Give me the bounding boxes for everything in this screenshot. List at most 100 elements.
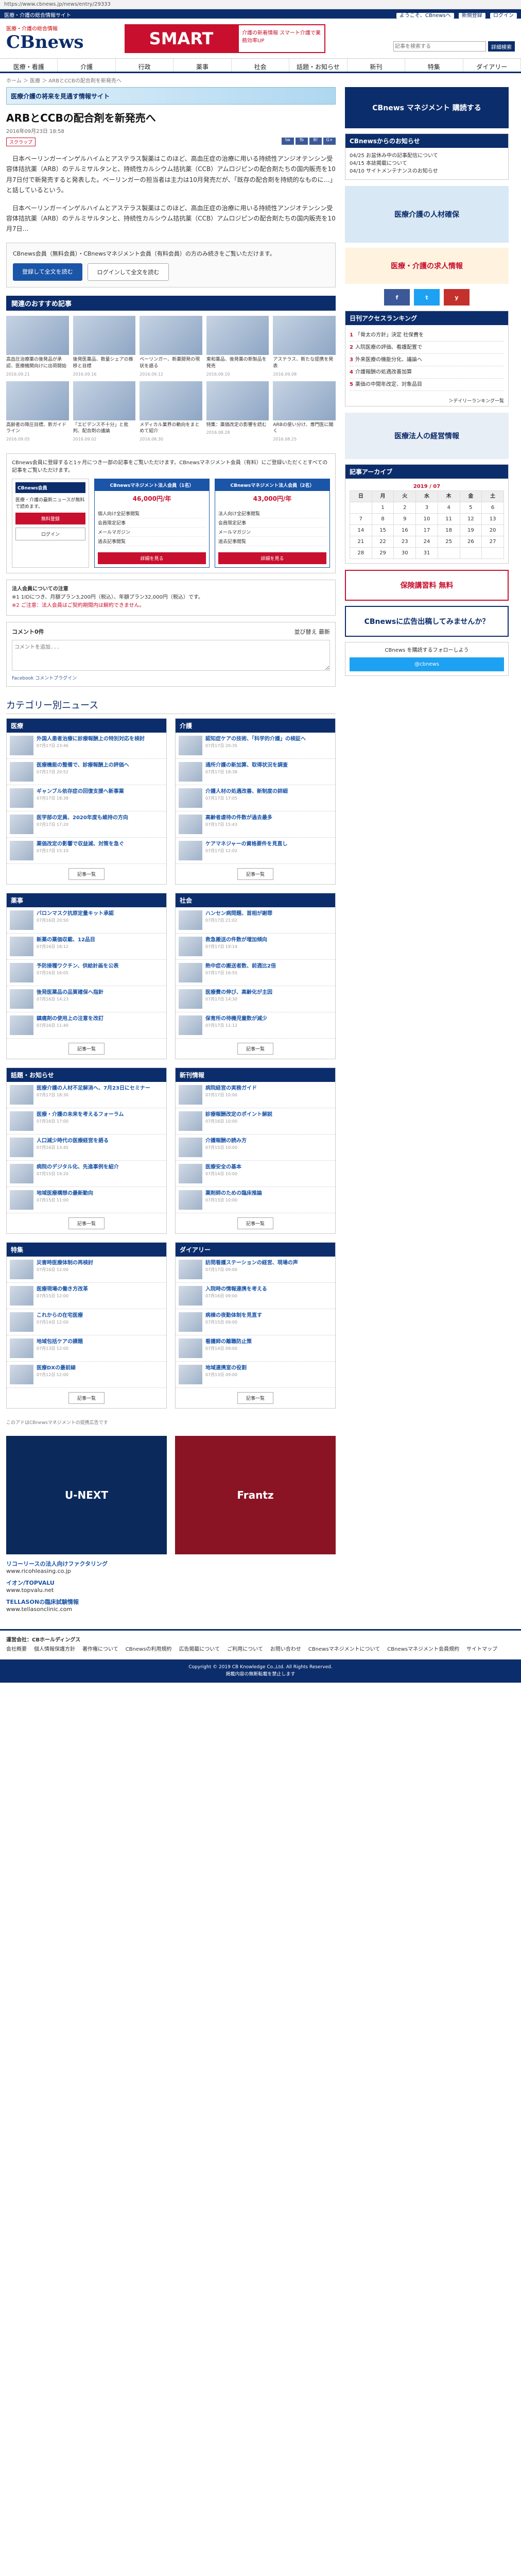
calendar-day[interactable]: 23 — [393, 536, 416, 548]
category-item[interactable]: バロンマスク抗原定量キット承認 07月16日 20:50 — [7, 907, 166, 934]
calendar-day[interactable]: 4 — [437, 502, 460, 514]
category-more-button[interactable]: 記事一覧 — [237, 1043, 273, 1055]
category-item[interactable]: ハンセン病問題、首相が謝罪 07月17日 21:02 — [176, 907, 335, 934]
nav-pharma[interactable]: 薬事 — [173, 59, 232, 72]
calendar-day[interactable]: 25 — [437, 536, 460, 548]
ranking-item[interactable]: 4 介護報酬の処遇改善加算 — [350, 366, 504, 379]
smart-banner[interactable]: SMART — [125, 24, 238, 53]
smart-sub-banner[interactable]: 介護の新着情報 スマート介護で業務効率UP — [238, 24, 325, 53]
ranking-item[interactable]: 1 「骨太の方針」決定 社保費を — [350, 329, 504, 342]
nav-society[interactable]: 社会 — [232, 59, 290, 72]
nav-medical[interactable]: 医療・看護 — [0, 59, 58, 72]
category-item[interactable]: ケアマネジャーの資格要件を見直し 07月17日 12:02 — [176, 838, 335, 865]
footer-link[interactable]: CBnewsマネジメントについて — [308, 1647, 380, 1652]
footer-link[interactable]: 広告掲載について — [179, 1647, 220, 1652]
footer-link[interactable]: CBnewsの利用規約 — [126, 1647, 172, 1652]
calendar-day[interactable]: 13 — [481, 513, 504, 525]
category-item[interactable]: 医療DXの最前線 07月12日 12:00 — [7, 1362, 166, 1388]
nav-topics[interactable]: 話題・お知らせ — [289, 59, 348, 72]
scrap-tag[interactable]: スクラップ — [6, 138, 36, 146]
text-ad[interactable]: イオン/TOPVALU www.topvalu.net — [6, 1579, 336, 1594]
calendar-day[interactable]: 9 — [393, 513, 416, 525]
calendar-day[interactable]: 14 — [350, 524, 372, 536]
category-item[interactable]: 医療介護の人材不足解消へ、7月23日にセミナー 07月17日 18:30 — [7, 1082, 166, 1109]
recommend-item[interactable]: メディカル業界の動向をまとめて紹介 2016.08.30 — [140, 381, 202, 442]
free-register-button[interactable]: 無料登録 — [15, 513, 85, 525]
category-item[interactable]: 薬価改定の影響で収益減、対策を急ぐ 07月17日 15:10 — [7, 838, 166, 865]
footer-link[interactable]: ご利用について — [227, 1647, 263, 1652]
category-item[interactable]: 医療安全の基本 07月14日 10:00 — [176, 1161, 335, 1188]
calendar-day[interactable]: 30 — [393, 547, 416, 559]
footer-link[interactable]: 個人情報保護方針 — [34, 1647, 75, 1652]
footer-link[interactable]: 会社概要 — [6, 1647, 27, 1652]
calendar-day[interactable]: 11 — [437, 513, 460, 525]
calendar-day[interactable]: 2 — [393, 502, 416, 514]
site-logo[interactable]: 医療・介護の総合情報 CBnews — [6, 24, 104, 53]
nav-care[interactable]: 介護 — [58, 59, 116, 72]
side-ad-medical[interactable]: 医療法人の経営情報 — [345, 413, 509, 459]
calendar-day[interactable]: 17 — [415, 524, 438, 536]
category-more-button[interactable]: 記事一覧 — [237, 1217, 273, 1230]
browser-url[interactable]: https://www.cbnews.jp/news/entry/29333 — [0, 0, 521, 9]
ranking-item[interactable]: 2 入院医療の評価、看護配置で — [350, 342, 504, 354]
nav-administration[interactable]: 行政 — [116, 59, 174, 72]
nav-features[interactable]: 特集 — [405, 59, 463, 72]
recommend-item[interactable]: 特集：薬価改定の影響を読む 2016.08.28 — [206, 381, 269, 442]
footer-link[interactable]: 著作権について — [82, 1647, 118, 1652]
footer-link[interactable]: サイトマップ — [466, 1647, 497, 1652]
text-ad[interactable]: TELLASONの臨床試験情報 www.tellasonclinic.com — [6, 1598, 336, 1613]
category-item[interactable]: 介護報酬の読み方 07月15日 10:00 — [176, 1134, 335, 1161]
calendar-day[interactable]: 18 — [437, 524, 460, 536]
twitter-share-button[interactable]: tw — [282, 138, 294, 145]
category-item[interactable]: 外国人患者治療に診療報酬上の特別対応を検討 07月17日 23:46 — [7, 733, 166, 759]
register-link[interactable]: 新規登録 — [458, 13, 485, 19]
unext-ad[interactable]: U-NEXT — [6, 1436, 167, 1555]
breadcrumb[interactable]: ホーム ＞ 医療 ＞ ARBとCCBの配合剤を新発売へ — [0, 73, 521, 87]
facebook-share-button[interactable]: fb — [296, 138, 308, 145]
calendar-day[interactable]: 8 — [371, 513, 394, 525]
nav-new-books[interactable]: 新刊 — [348, 59, 406, 72]
category-item[interactable]: 地域医療構想の最新動向 07月15日 11:00 — [7, 1187, 166, 1214]
category-item[interactable]: 新薬の薬価収載、12品目 07月16日 18:12 — [7, 934, 166, 960]
free-login-button[interactable]: ログイン — [15, 528, 85, 541]
calendar-day[interactable]: 29 — [371, 547, 394, 559]
category-item[interactable]: 災害時医療体制の再検討 07月16日 12:00 — [7, 1257, 166, 1283]
calendar-day[interactable]: 16 — [393, 524, 416, 536]
promo-banner[interactable]: 医療介護の将来を見通す情報サイト — [6, 87, 336, 105]
category-item[interactable]: 後発医薬品の品質確保へ指針 07月16日 14:23 — [7, 986, 166, 1013]
ranking-more-link[interactable]: ＞デイリーランキング一覧 — [345, 395, 508, 406]
fb-plugin-label[interactable]: Facebook コメントプラグイン — [12, 674, 330, 681]
category-item[interactable]: ギャンブル依存症の回復支援へ新事業 07月17日 18:38 — [7, 785, 166, 812]
recommend-item[interactable]: ARBの使い分け、専門医に聞く 2016.08.25 — [273, 381, 336, 442]
category-more-button[interactable]: 記事一覧 — [68, 1217, 105, 1230]
calendar-day[interactable]: 20 — [481, 524, 504, 536]
ranking-item[interactable]: 3 外来医療の機能分化、議論へ — [350, 354, 504, 366]
category-item[interactable]: 訪問看護ステーションの経営、現場の声 07月17日 09:00 — [176, 1257, 335, 1283]
recommend-item[interactable]: 後発医薬品、数量シェアの推移と目標 2016.09.16 — [73, 316, 136, 377]
footer-link[interactable]: お問い合わせ — [270, 1647, 301, 1652]
plan-detail-button[interactable]: 詳細を見る — [98, 552, 206, 565]
comment-sort-select[interactable]: 並び替え 最新 — [294, 628, 331, 636]
calendar-day[interactable]: 22 — [371, 536, 394, 548]
hatena-share-button[interactable]: B! — [309, 138, 322, 145]
category-item[interactable]: 予防接種ワクチン、供給計画を公表 07月16日 16:05 — [7, 960, 166, 987]
category-item[interactable]: 救急搬送の件数が増加傾向 07月17日 19:14 — [176, 934, 335, 960]
category-item[interactable]: 入院時の情報連携を考える 07月16日 09:00 — [176, 1283, 335, 1310]
notice-item[interactable]: 04/25 お盆休み中の記事配信について — [350, 152, 504, 160]
search-button[interactable]: 詳細検索 — [488, 41, 515, 52]
search-input[interactable] — [393, 41, 486, 52]
calendar-day[interactable]: 7 — [350, 513, 372, 525]
ranking-item[interactable]: 5 薬価の中間年改定、対象品目 — [350, 379, 504, 391]
category-item[interactable]: 高齢者虐待の件数が過去最多 07月17日 15:43 — [176, 811, 335, 838]
category-item[interactable]: 医療費の伸び、高齢化が主因 07月17日 14:30 — [176, 986, 335, 1013]
category-item[interactable]: 病棟の夜勤体制を見直す 07月15日 09:00 — [176, 1309, 335, 1336]
recommend-item[interactable]: アステラス、新たな提携を発表 2016.09.08 — [273, 316, 336, 377]
youtube-icon[interactable]: y — [444, 289, 470, 306]
register-button[interactable]: 登録して全文を読む — [13, 263, 82, 281]
side-ad-seminar[interactable]: 保険講習料 無料 — [345, 570, 509, 601]
calendar-day[interactable]: 15 — [371, 524, 394, 536]
side-ad-advertise[interactable]: CBnewsに広告出稿してみませんか？ — [345, 606, 509, 637]
category-item[interactable]: 保育所の待機児童数が減少 07月17日 11:12 — [176, 1012, 335, 1039]
calendar-day[interactable]: 6 — [481, 502, 504, 514]
category-item[interactable]: 熱中症の搬送者数、前週比2倍 07月17日 16:55 — [176, 960, 335, 987]
